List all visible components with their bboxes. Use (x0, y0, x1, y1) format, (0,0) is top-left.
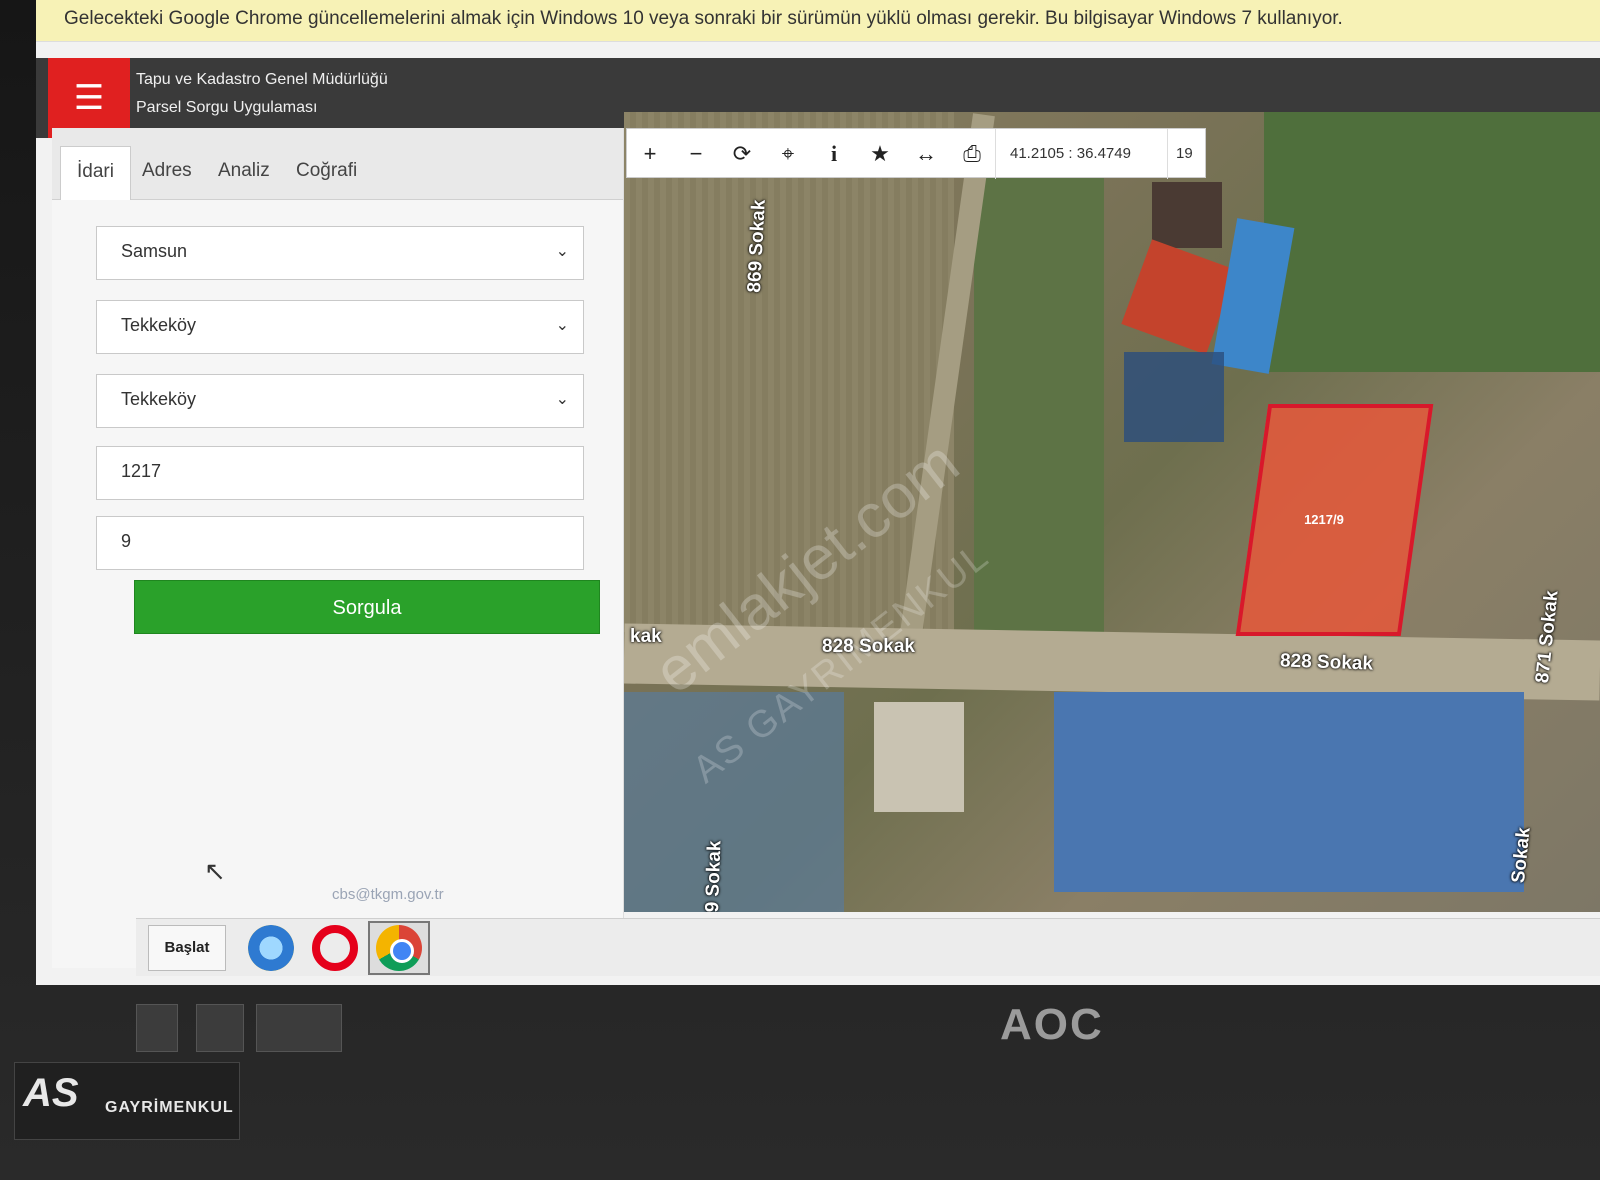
query-panel: İdari Adres Analiz Coğrafi Samsun ⌄ Tekk… (52, 128, 624, 968)
app-titles: Tapu ve Kadastro Genel Müdürlüğü Parsel … (136, 66, 388, 122)
map-view[interactable]: 1217/9 869 Sokak kak 828 Sokak 828 Sokak… (624, 112, 1600, 912)
chevron-down-icon: ⌄ (555, 317, 569, 334)
map-blue-area (1054, 692, 1524, 892)
chrome-icon[interactable] (376, 925, 422, 971)
street-label: Sokak (1508, 826, 1535, 885)
agency-logo: AS GAYRİMENKUL (14, 1062, 240, 1140)
screen: Gelecekteki Google Chrome güncellemeleri… (36, 0, 1600, 985)
map-green-area (974, 152, 1104, 652)
monitor-brand-logo: AOC (1000, 1000, 1104, 1049)
hamburger-icon[interactable]: ☰ (48, 58, 130, 138)
street-label: 828 Sokak (1279, 650, 1374, 675)
zoom-in-icon[interactable]: + (627, 129, 673, 179)
sorgula-button[interactable]: Sorgula (134, 580, 600, 634)
favorite-icon[interactable]: ★ (857, 129, 903, 179)
measure-icon[interactable]: ↔ (903, 129, 949, 179)
selected-parcel[interactable]: 1217/9 (1235, 404, 1434, 636)
parsel-value: 9 (121, 531, 132, 551)
chevron-down-icon: ⌄ (555, 391, 569, 408)
opera-icon[interactable] (312, 925, 358, 971)
contact-email[interactable]: cbs@tkgm.gov.tr (332, 886, 444, 903)
locate-icon[interactable]: ⌖ (765, 129, 811, 179)
tab-idari[interactable]: İdari (60, 146, 131, 200)
ada-value: 1217 (121, 461, 162, 481)
map-yard (1124, 352, 1224, 442)
refresh-icon[interactable]: ⟳ (719, 129, 765, 179)
bezel-sticker (136, 1004, 178, 1052)
monitor-frame: Gelecekteki Google Chrome güncellemeleri… (0, 0, 1600, 1180)
windows-taskbar: Başlat (136, 918, 1600, 976)
mahalle-select[interactable]: Tekkeköy ⌄ (96, 374, 584, 428)
tab-analiz[interactable]: Analiz (202, 146, 286, 200)
chevron-down-icon: ⌄ (555, 243, 569, 260)
ada-input[interactable]: 1217 (96, 446, 584, 500)
il-select[interactable]: Samsun ⌄ (96, 226, 584, 280)
ilce-select[interactable]: Tekkeköy ⌄ (96, 300, 584, 354)
org-title: Tapu ve Kadastro Genel Müdürlüğü (136, 71, 388, 88)
tab-cografi[interactable]: Coğrafi (280, 146, 373, 200)
mahalle-value: Tekkeköy (121, 389, 197, 409)
map-toolbar: + − ⟳ ⌖ i ★ ↔ ⎙ 41.2105 : 36.4749 19 (626, 128, 1207, 179)
zoom-level: 19 (1167, 129, 1207, 179)
parcel-label: 1217/9 (1304, 512, 1344, 527)
il-value: Samsun (121, 241, 188, 261)
print-icon[interactable]: ⎙ (949, 129, 995, 179)
start-button[interactable]: Başlat (148, 925, 226, 971)
bezel-sticker (196, 1004, 244, 1052)
internet-explorer-icon[interactable] (248, 925, 294, 971)
coordinate-readout: 41.2105 : 36.4749 (995, 129, 1165, 179)
agency-logo-mark: AS (23, 1071, 79, 1115)
mouse-cursor-icon: ↖ (204, 856, 226, 886)
street-label: 9 Sokak (702, 840, 726, 912)
map-green-area (1264, 112, 1600, 372)
app-title: Parsel Sorgu Uygulaması (136, 99, 318, 116)
tab-adres[interactable]: Adres (126, 146, 208, 200)
info-icon[interactable]: i (811, 129, 857, 179)
browser-infobar: Gelecekteki Google Chrome güncellemeleri… (36, 0, 1600, 42)
tab-bar: İdari Adres Analiz Coğrafi (52, 128, 623, 200)
infobar-text: Gelecekteki Google Chrome güncellemeleri… (64, 8, 1343, 29)
zoom-out-icon[interactable]: − (673, 129, 719, 179)
parsel-input[interactable]: 9 (96, 516, 584, 570)
map-building (874, 702, 964, 812)
bezel-sticker (256, 1004, 342, 1052)
ilce-value: Tekkeköy (121, 315, 197, 335)
map-building (1152, 182, 1222, 248)
agency-logo-name: GAYRİMENKUL (105, 1099, 234, 1116)
